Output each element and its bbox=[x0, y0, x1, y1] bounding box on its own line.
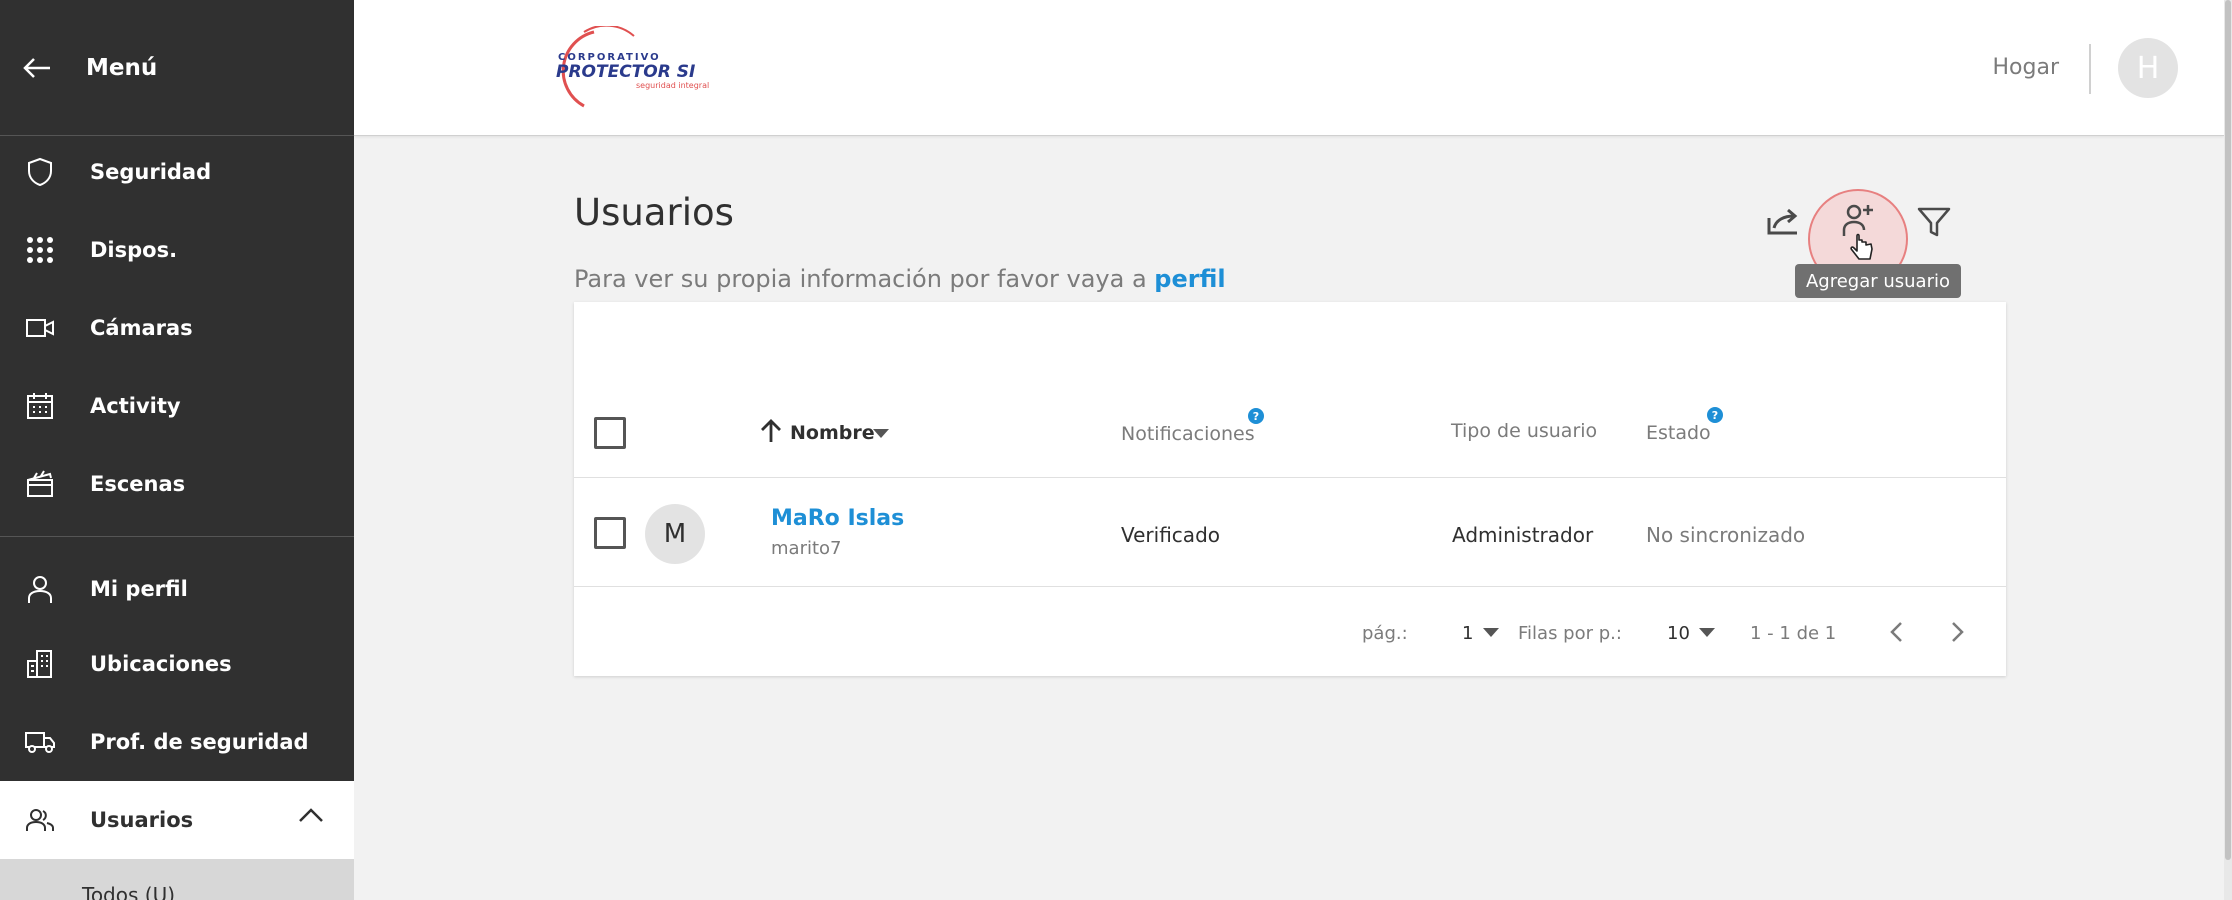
sidebar-item-ubicaciones[interactable]: Ubicaciones bbox=[0, 625, 354, 703]
camera-icon bbox=[24, 312, 56, 344]
filter-icon bbox=[1917, 206, 1951, 242]
column-header-user-type: Tipo de usuario bbox=[1451, 420, 1598, 442]
sidebar-item-label: Escenas bbox=[90, 472, 186, 496]
page-select[interactable]: 1 bbox=[1462, 623, 1473, 644]
logo-line3: seguridad integral bbox=[636, 81, 709, 90]
chevron-down-icon[interactable] bbox=[873, 429, 889, 438]
logo-line2: PROTECTOR SI bbox=[556, 62, 695, 82]
sidebar-item-camaras[interactable]: Cámaras bbox=[0, 289, 354, 367]
sidebar-item-dispos[interactable]: Dispos. bbox=[0, 211, 354, 289]
sidebar-item-prof-seguridad[interactable]: Prof. de seguridad bbox=[0, 703, 354, 781]
column-header-notifications: Notificaciones bbox=[1121, 423, 1255, 445]
sidebar-item-label: Ubicaciones bbox=[90, 652, 232, 676]
help-icon[interactable]: ? bbox=[1248, 408, 1264, 424]
sidebar-subitem-todos[interactable]: Todos (U) bbox=[0, 859, 354, 900]
topbar-separator bbox=[2089, 44, 2091, 94]
company-logo[interactable]: CORPORATIVO PROTECTOR SI seguridad integ… bbox=[544, 24, 764, 110]
status-cell: No sincronizado bbox=[1646, 523, 1806, 547]
profile-link[interactable]: perfil bbox=[1154, 265, 1225, 293]
chevron-up-icon[interactable] bbox=[298, 807, 324, 827]
page-title: Usuarios bbox=[574, 191, 734, 234]
sidebar-item-label: Activity bbox=[90, 394, 181, 418]
home-link[interactable]: Hogar bbox=[1993, 55, 2060, 80]
hand-cursor-icon bbox=[1848, 232, 1874, 268]
shield-icon bbox=[24, 156, 56, 188]
sort-arrow-up-icon[interactable] bbox=[758, 418, 784, 448]
clapperboard-icon bbox=[24, 468, 56, 500]
rows-per-page-select[interactable]: 10 bbox=[1667, 623, 1690, 644]
sidebar-item-activity[interactable]: Activity bbox=[0, 367, 354, 445]
building-icon bbox=[24, 648, 56, 680]
help-icon[interactable]: ? bbox=[1707, 407, 1723, 423]
chevron-down-icon[interactable] bbox=[1699, 628, 1715, 637]
grid-icon bbox=[24, 234, 56, 266]
menu-title: Menú bbox=[86, 54, 158, 81]
filter-button[interactable] bbox=[1912, 202, 1956, 246]
range-label: 1 - 1 de 1 bbox=[1750, 623, 1837, 644]
select-all-checkbox[interactable] bbox=[594, 417, 626, 449]
row-checkbox[interactable] bbox=[594, 517, 626, 549]
user-avatar[interactable]: H bbox=[2118, 38, 2178, 98]
sidebar-item-label: Seguridad bbox=[90, 160, 212, 184]
user-login: marito7 bbox=[771, 538, 842, 559]
top-bar: CORPORATIVO PROTECTOR SI seguridad integ… bbox=[354, 0, 2224, 136]
sidebar: Menú Seguridad Dispos. Cámaras Activity bbox=[0, 0, 354, 900]
user-name-link[interactable]: MaRo Islas bbox=[771, 506, 904, 531]
sidebar-item-label: Mi perfil bbox=[90, 577, 188, 601]
scrollbar[interactable] bbox=[2224, 0, 2232, 900]
chevron-down-icon[interactable] bbox=[1483, 628, 1499, 637]
scrollbar-thumb[interactable] bbox=[2225, 0, 2231, 860]
users-table: Nombre Notificaciones ? Tipo de usuario … bbox=[574, 302, 2006, 676]
user-type-cell: Administrador bbox=[1452, 523, 1594, 547]
next-page-icon[interactable] bbox=[1950, 620, 1966, 648]
export-icon bbox=[1766, 206, 1802, 240]
users-icon bbox=[24, 804, 56, 836]
notifications-cell: Verificado bbox=[1121, 523, 1220, 547]
previous-page-icon[interactable] bbox=[1888, 620, 1904, 648]
export-button[interactable] bbox=[1762, 201, 1806, 245]
calendar-icon bbox=[24, 390, 56, 422]
truck-icon bbox=[24, 726, 56, 758]
sidebar-header: Menú bbox=[0, 0, 354, 136]
page-label: pág.: bbox=[1362, 623, 1408, 644]
sidebar-item-escenas[interactable]: Escenas bbox=[0, 445, 354, 523]
page-subtitle-text: Para ver su propia información por favor… bbox=[574, 265, 1147, 293]
tooltip: Agregar usuario bbox=[1795, 264, 1961, 298]
sidebar-divider bbox=[0, 536, 354, 537]
divider bbox=[574, 586, 2006, 587]
sidebar-item-label: Usuarios bbox=[90, 808, 194, 832]
sidebar-item-mi-perfil[interactable]: Mi perfil bbox=[0, 550, 354, 628]
sidebar-item-label: Dispos. bbox=[90, 238, 178, 262]
sidebar-item-label: Prof. de seguridad bbox=[90, 730, 309, 754]
column-header-status: Estado bbox=[1646, 422, 1711, 444]
user-icon bbox=[24, 573, 56, 605]
sidebar-item-label: Cámaras bbox=[90, 316, 193, 340]
rows-per-page-label: Filas por p.: bbox=[1518, 623, 1622, 644]
page-subtitle: Para ver su propia información por favor… bbox=[574, 265, 1226, 293]
sidebar-item-usuarios[interactable]: Usuarios bbox=[0, 781, 354, 859]
back-arrow-icon[interactable] bbox=[22, 51, 56, 85]
sidebar-subitem-label: Todos (U) bbox=[82, 883, 176, 900]
divider bbox=[574, 477, 2006, 478]
sidebar-item-seguridad[interactable]: Seguridad bbox=[0, 133, 354, 211]
column-header-name[interactable]: Nombre bbox=[790, 422, 875, 444]
avatar: M bbox=[645, 504, 705, 564]
